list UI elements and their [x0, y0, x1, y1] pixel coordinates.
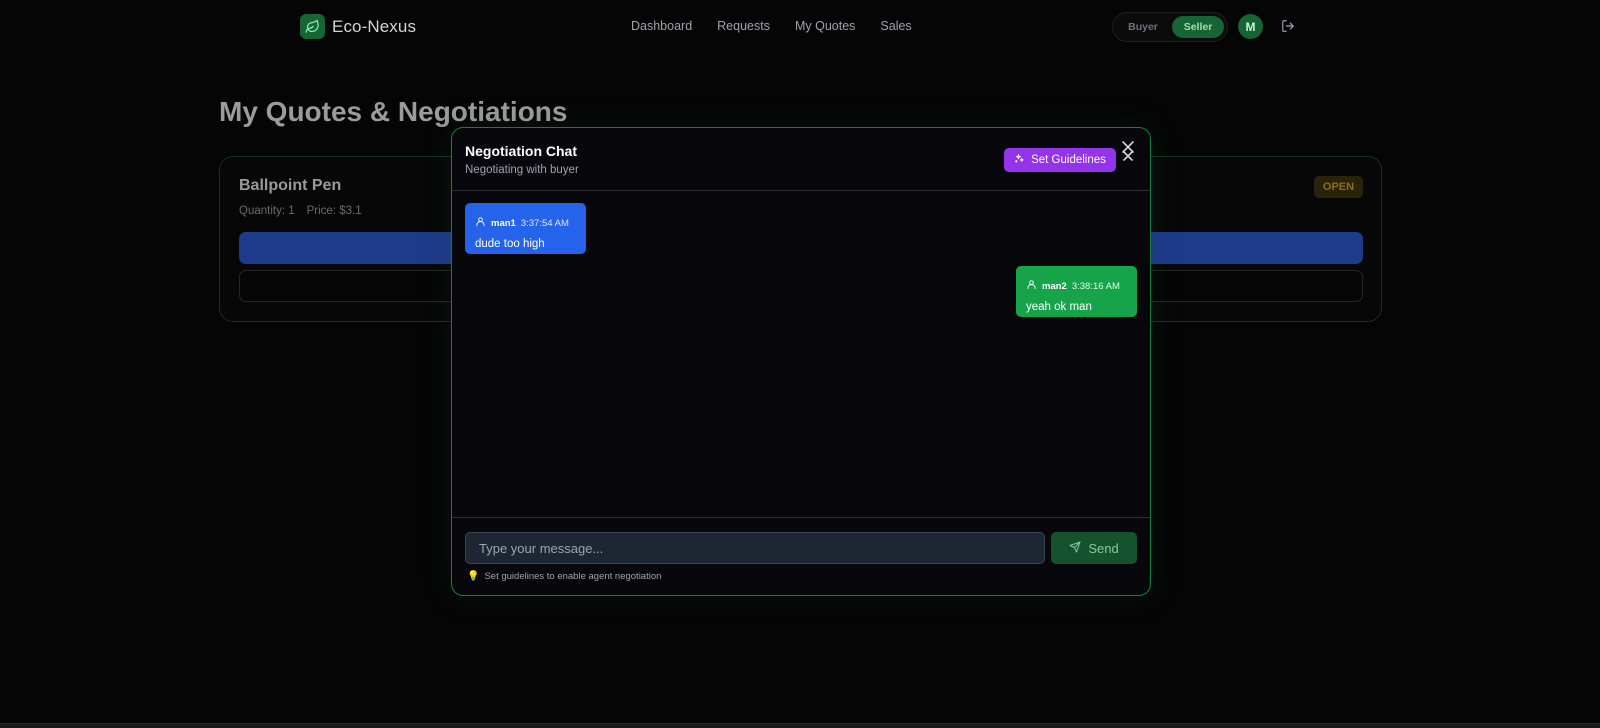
- negotiation-chat-modal: Negotiation Chat Negotiating with buyer …: [451, 127, 1151, 596]
- role-seller-button[interactable]: Seller: [1172, 16, 1224, 38]
- send-label: Send: [1088, 540, 1119, 556]
- set-guidelines-button[interactable]: Set Guidelines: [1004, 148, 1116, 172]
- brand-name: Eco-Nexus: [332, 16, 417, 36]
- user-icon: [475, 214, 486, 232]
- guidelines-hint: 💡 Set guidelines to enable agent negotia…: [467, 571, 661, 582]
- status-badge: OPEN: [1314, 176, 1363, 198]
- modal-title: Negotiation Chat: [465, 143, 577, 159]
- leaf-icon: [300, 14, 325, 39]
- nav-requests[interactable]: Requests: [717, 19, 770, 33]
- brand-logo[interactable]: Eco-Nexus: [300, 14, 416, 39]
- message-author: man2: [1042, 280, 1067, 292]
- quote-price: Price: $3.1: [306, 205, 362, 217]
- message-time: 3:37:54 AM: [520, 217, 569, 229]
- quote-quantity: Quantity: 1: [239, 205, 295, 217]
- close-icon[interactable]: [1121, 140, 1135, 168]
- quote-meta: Quantity: 1 Price: $3.1: [239, 205, 362, 217]
- message-bubble: man2 3:38:16 AM yeah ok man: [1016, 266, 1137, 317]
- modal-header: Negotiation Chat Negotiating with buyer …: [452, 128, 1150, 191]
- user-icon: [1026, 277, 1037, 295]
- role-buyer-button[interactable]: Buyer: [1116, 16, 1170, 38]
- page-title: My Quotes & Negotiations: [219, 96, 568, 127]
- logout-icon[interactable]: [1281, 19, 1295, 38]
- quote-product-name: Ballpoint Pen: [239, 177, 342, 194]
- message-composer: Send 💡 Set guidelines to enable agent ne…: [452, 517, 1150, 595]
- message-input[interactable]: [465, 532, 1045, 564]
- message-bubble: man1 3:37:54 AM dude too high: [465, 203, 586, 254]
- nav-my-quotes[interactable]: My Quotes: [795, 19, 855, 33]
- nav-dashboard[interactable]: Dashboard: [631, 19, 692, 33]
- set-guidelines-label: Set Guidelines: [1031, 154, 1106, 166]
- sparkles-icon: [1014, 153, 1025, 167]
- top-navbar: Eco-Nexus Dashboard Requests My Quotes S…: [0, 0, 1600, 54]
- message-time: 3:38:16 AM: [1071, 280, 1120, 292]
- avatar[interactable]: M: [1238, 14, 1263, 39]
- hint-text: Set guidelines to enable agent negotiati…: [484, 571, 662, 582]
- nav-sales[interactable]: Sales: [880, 19, 911, 33]
- send-button[interactable]: Send: [1051, 532, 1137, 564]
- main-nav: Dashboard Requests My Quotes Sales: [631, 19, 912, 33]
- message-author: man1: [491, 217, 516, 229]
- message-text: dude too high: [475, 238, 545, 250]
- message-text: yeah ok man: [1026, 301, 1092, 313]
- lightbulb-icon: 💡: [467, 571, 480, 582]
- role-toggle: Buyer Seller: [1112, 12, 1228, 42]
- send-icon: [1069, 541, 1081, 556]
- modal-subtitle: Negotiating with buyer: [465, 164, 579, 176]
- bottom-scrollbar[interactable]: [0, 723, 1600, 728]
